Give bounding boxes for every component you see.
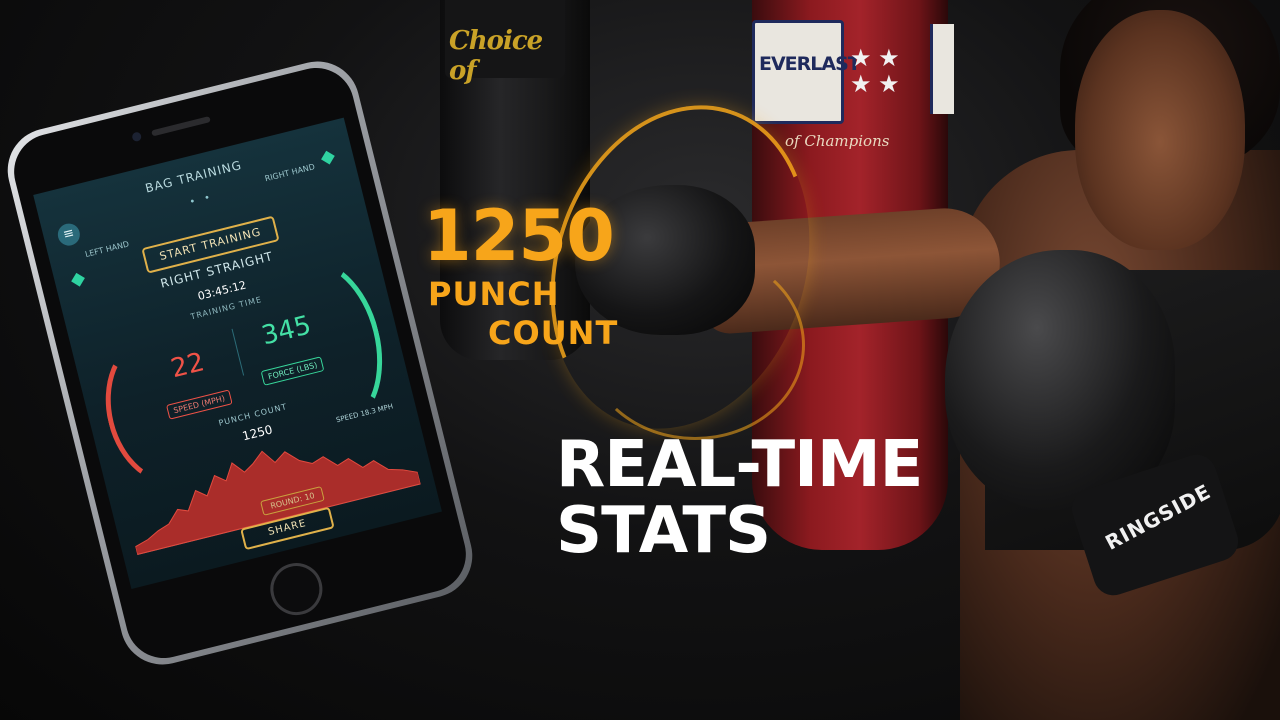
stats-divider: [231, 328, 245, 376]
stars-icon: ★ ★ ★ ★: [850, 45, 900, 98]
headline-line1: REAL-TIME: [556, 428, 923, 502]
menu-icon[interactable]: ≡: [55, 221, 83, 248]
red-bag-side-patch: [930, 24, 954, 114]
boxer-head: [1075, 10, 1245, 250]
punch-count-value: 1250: [423, 195, 615, 277]
page-indicator: • •: [188, 191, 215, 209]
punch-count-label-line2: COUNT: [488, 314, 619, 352]
left-hand-label[interactable]: LEFT HAND: [84, 239, 130, 259]
right-hand-label[interactable]: RIGHT HAND: [264, 162, 316, 183]
headline: REAL-TIME STATS: [556, 428, 923, 568]
punch-count-label-line1: PUNCH: [428, 275, 560, 313]
red-bag-tagline: of Champions: [785, 132, 890, 150]
black-bag-brand: Choice of: [445, 0, 565, 86]
left-hand-indicator-icon[interactable]: [71, 272, 85, 287]
headline-line2: STATS: [556, 494, 771, 568]
red-bag-brand-patch: EVERLAST: [752, 20, 861, 124]
right-hand-indicator-icon[interactable]: [321, 150, 335, 165]
